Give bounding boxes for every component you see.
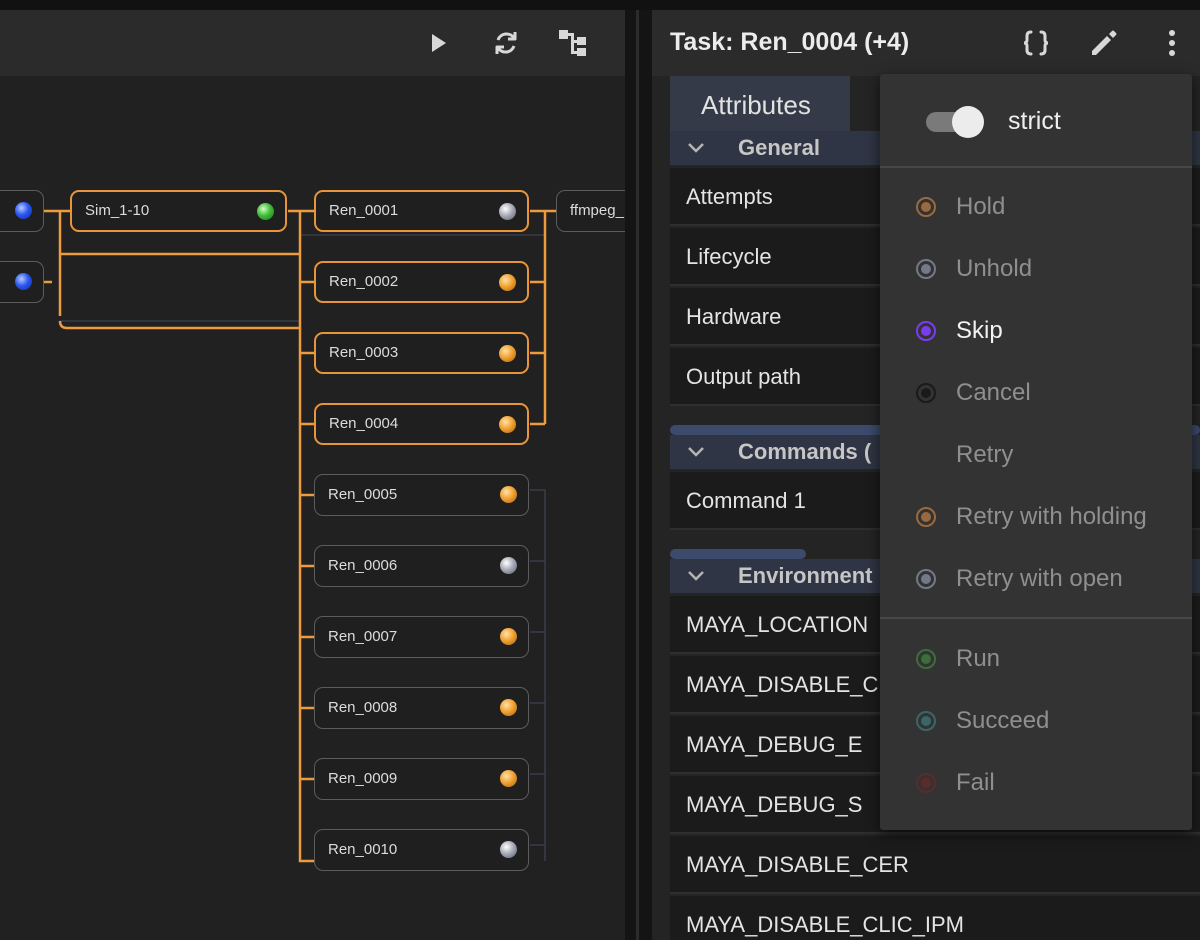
status-dot-orange bbox=[500, 770, 517, 787]
radio-icon bbox=[916, 507, 936, 527]
status-dot-green bbox=[257, 203, 274, 220]
node-label: Sim_1-10 bbox=[85, 202, 150, 219]
edit-icon[interactable] bbox=[1088, 27, 1120, 59]
tab-attributes[interactable]: Attributes bbox=[670, 76, 850, 134]
menu-item-retry-with-open[interactable]: Retry with open bbox=[880, 548, 1192, 610]
node-label: Ren_0007 bbox=[328, 628, 398, 645]
node-label: Ren_0009 bbox=[328, 770, 398, 787]
section-title: Environment bbox=[738, 563, 873, 588]
ren-node[interactable]: Ren_0005 bbox=[314, 474, 529, 516]
status-dot-gray bbox=[499, 203, 516, 220]
more-vert-icon[interactable] bbox=[1156, 27, 1188, 59]
status-dot-gray bbox=[500, 557, 517, 574]
section-divider-bar bbox=[670, 549, 806, 559]
radio-icon bbox=[916, 649, 936, 669]
node-graph-canvas[interactable]: Sim_1-10 Ren_0001 Ren_0002 Ren_0003 Ren_000… bbox=[0, 76, 625, 940]
env-variable-row[interactable]: MAYA_DISABLE_CER bbox=[670, 836, 1200, 894]
ren-node[interactable]: Ren_0010 bbox=[314, 829, 529, 871]
sim-node[interactable]: Sim_1-10 bbox=[70, 190, 287, 232]
strict-label: strict bbox=[1008, 107, 1061, 135]
menu-item-retry-with-holding[interactable]: Retry with holding bbox=[880, 486, 1192, 548]
menu-item-label: Retry with holding bbox=[956, 503, 1147, 530]
menu-item-unhold[interactable]: Unhold bbox=[880, 238, 1192, 300]
menu-item-skip[interactable]: Skip bbox=[880, 300, 1192, 362]
menu-item-label: Hold bbox=[956, 193, 1006, 220]
menu-item-label: Succeed bbox=[956, 707, 1050, 734]
menu-item-label: Unhold bbox=[956, 255, 1033, 282]
menu-separator bbox=[880, 166, 1192, 168]
status-dot-orange bbox=[500, 486, 517, 503]
chevron-down-icon bbox=[688, 571, 704, 581]
ren-node[interactable]: Ren_0006 bbox=[314, 545, 529, 587]
menu-item-succeed[interactable]: Succeed bbox=[880, 690, 1192, 752]
menu-item-label: Retry bbox=[956, 441, 1014, 468]
status-dot-gray bbox=[500, 841, 517, 858]
graph-toolbar bbox=[0, 10, 625, 76]
node-label: Ren_0001 bbox=[329, 202, 399, 219]
node-label: Ren_0003 bbox=[329, 344, 399, 361]
ren-node[interactable]: Ren_0004 bbox=[314, 403, 529, 445]
radio-icon bbox=[916, 383, 936, 403]
ffmpeg-node[interactable]: ffmpeg_ bbox=[556, 190, 625, 232]
task-title: Task: Ren_0004 (+4) bbox=[670, 28, 910, 56]
node-label: ffmpeg_ bbox=[570, 202, 624, 219]
section-title: General bbox=[738, 135, 820, 160]
node-label: Ren_0004 bbox=[329, 415, 399, 432]
radio-icon bbox=[916, 321, 936, 341]
ren-node[interactable]: Ren_0002 bbox=[314, 261, 529, 303]
menu-item-label: Fail bbox=[956, 769, 995, 796]
ren-node[interactable]: Ren_0001 bbox=[314, 190, 529, 232]
section-title: Commands ( bbox=[738, 439, 872, 464]
top-strip bbox=[0, 0, 1200, 10]
env-variable-row[interactable]: MAYA_DISABLE_CLIC_IPM bbox=[670, 896, 1200, 940]
task-actions-menu: strict Hold Unhold Skip Cancel Retry Retry wi… bbox=[880, 74, 1192, 830]
status-dot-orange bbox=[499, 274, 516, 291]
ren-node[interactable]: Ren_0003 bbox=[314, 332, 529, 374]
chevron-down-icon bbox=[688, 447, 704, 457]
node-label: Ren_0005 bbox=[328, 486, 398, 503]
status-dot-orange bbox=[499, 416, 516, 433]
tree-layout-icon[interactable] bbox=[557, 27, 589, 59]
radio-icon bbox=[916, 773, 936, 793]
node-label: Ren_0002 bbox=[329, 273, 399, 290]
toggle-knob bbox=[952, 106, 984, 138]
node-label: Ren_0010 bbox=[328, 841, 398, 858]
menu-item-cancel[interactable]: Cancel bbox=[880, 362, 1192, 424]
radio-icon bbox=[916, 569, 936, 589]
menu-item-label: Skip bbox=[956, 317, 1003, 344]
refresh-icon[interactable] bbox=[490, 27, 522, 59]
upstream-node[interactable] bbox=[0, 190, 44, 232]
menu-item-label: Retry with open bbox=[956, 565, 1123, 592]
ren-node[interactable]: Ren_0007 bbox=[314, 616, 529, 658]
node-label: Ren_0008 bbox=[328, 699, 398, 716]
braces-icon[interactable] bbox=[1020, 27, 1052, 59]
radio-icon bbox=[916, 711, 936, 731]
menu-item-hold[interactable]: Hold bbox=[880, 176, 1192, 238]
ren-node[interactable]: Ren_0009 bbox=[314, 758, 529, 800]
menu-separator bbox=[880, 617, 1192, 619]
splitter-handle[interactable] bbox=[636, 10, 639, 940]
status-dot-blue bbox=[15, 273, 32, 290]
menu-item-run[interactable]: Run bbox=[880, 628, 1192, 690]
radio-icon bbox=[916, 197, 936, 217]
play-icon[interactable] bbox=[422, 27, 454, 59]
status-dot-blue bbox=[15, 202, 32, 219]
graph-panel: Sim_1-10 Ren_0001 Ren_0002 Ren_0003 Ren_000… bbox=[0, 10, 625, 940]
node-label: Ren_0006 bbox=[328, 557, 398, 574]
status-dot-orange bbox=[500, 628, 517, 645]
menu-item-fail[interactable]: Fail bbox=[880, 752, 1192, 814]
status-dot-orange bbox=[500, 699, 517, 716]
ren-node[interactable]: Ren_0008 bbox=[314, 687, 529, 729]
panel-header: Task: Ren_0004 (+4) bbox=[652, 10, 1200, 76]
chevron-down-icon bbox=[688, 143, 704, 153]
status-dot-orange bbox=[499, 345, 516, 362]
upstream-node[interactable] bbox=[0, 261, 44, 303]
radio-icon bbox=[916, 259, 936, 279]
menu-item-label: Run bbox=[956, 645, 1001, 672]
menu-item-label: Cancel bbox=[956, 379, 1031, 406]
menu-item-retry[interactable]: Retry bbox=[880, 424, 1192, 486]
